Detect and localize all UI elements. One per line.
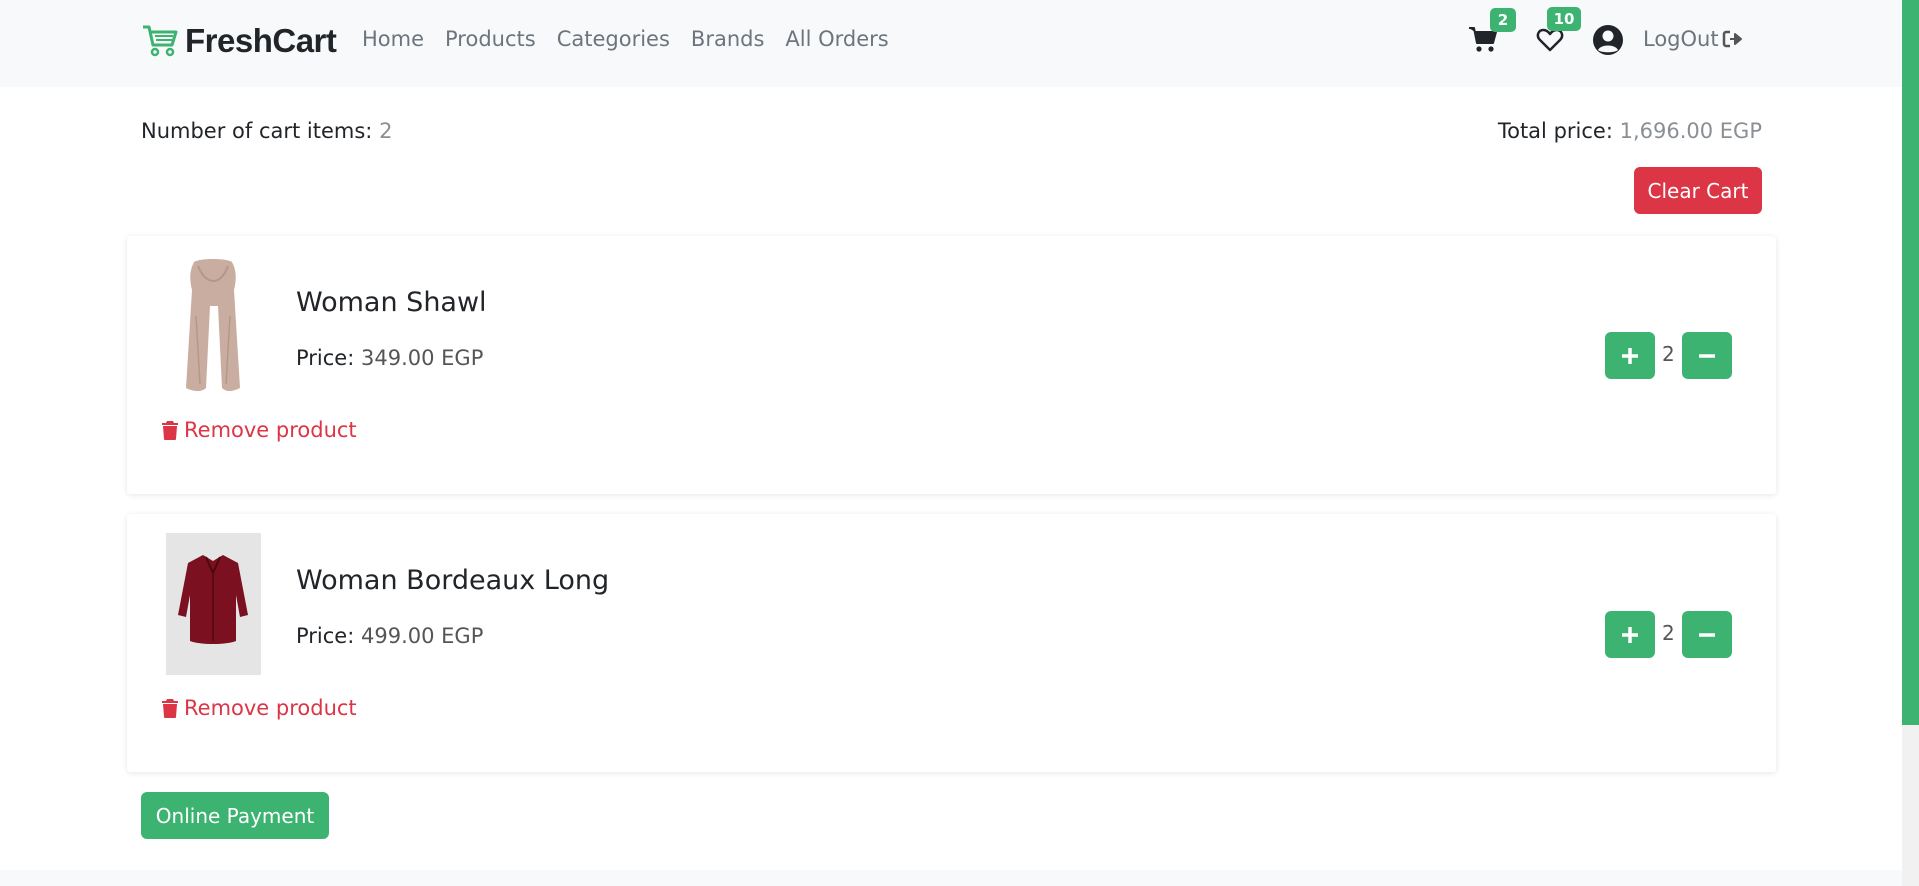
cart-item-card: Woman Bordeaux Long Price: 499.00 EGP Re… <box>127 514 1776 772</box>
product-image <box>166 256 261 398</box>
brand-logo[interactable]: FreshCart <box>141 22 337 60</box>
plus-icon <box>1622 626 1638 643</box>
nav-link-all-orders[interactable]: All Orders <box>785 27 888 51</box>
nav-link-brands[interactable]: Brands <box>691 27 765 51</box>
scrollbar[interactable] <box>1902 0 1919 886</box>
product-title: Woman Bordeaux Long <box>296 565 610 596</box>
remove-product-button[interactable]: Remove product <box>162 418 357 442</box>
product-price-value: 499.00 EGP <box>361 624 484 648</box>
profile-button[interactable] <box>1592 24 1624 56</box>
nav-link-home[interactable]: Home <box>362 27 424 51</box>
footer <box>0 870 1902 886</box>
cart-logo-icon <box>143 25 178 57</box>
cart-items-count: Number of cart items: 2 <box>141 119 392 143</box>
remove-product-label: Remove product <box>184 696 357 720</box>
product-title: Woman Shawl <box>296 287 487 318</box>
total-price: Total price: 1,696.00 EGP <box>1498 119 1762 143</box>
scrollbar-thumb[interactable] <box>1902 0 1919 725</box>
minus-icon <box>1699 353 1715 358</box>
logout-link[interactable]: LogOut <box>1643 27 1744 51</box>
product-price: Price: 349.00 EGP <box>296 346 483 370</box>
product-price-value: 349.00 EGP <box>361 346 484 370</box>
wishlist-button[interactable]: 10 <box>1536 7 1581 53</box>
increase-quantity-button[interactable] <box>1605 611 1655 658</box>
cart-item-card: Woman Shawl Price: 349.00 EGP Remove pro… <box>127 236 1776 494</box>
online-payment-button[interactable]: Online Payment <box>141 792 329 839</box>
remove-product-button[interactable]: Remove product <box>162 696 357 720</box>
nav-links: Home Products Categories Brands All Orde… <box>362 27 910 51</box>
decrease-quantity-button[interactable] <box>1682 611 1732 658</box>
minus-icon <box>1699 632 1715 637</box>
increase-quantity-button[interactable] <box>1605 332 1655 379</box>
trash-icon <box>162 421 178 440</box>
trash-icon <box>162 699 178 718</box>
cart-items-label: Number of cart items: <box>141 119 373 143</box>
product-price-label: Price: <box>296 624 355 648</box>
remove-product-label: Remove product <box>184 418 357 442</box>
decrease-quantity-button[interactable] <box>1682 332 1732 379</box>
product-price: Price: 499.00 EGP <box>296 624 483 648</box>
cart-items-value: 2 <box>379 119 393 143</box>
nav-link-categories[interactable]: Categories <box>557 27 670 51</box>
clear-cart-button[interactable]: Clear Cart <box>1634 167 1762 214</box>
total-price-label: Total price: <box>1497 119 1613 143</box>
quantity-value: 2 <box>1662 342 1675 366</box>
nav-link-products[interactable]: Products <box>445 27 536 51</box>
logout-label: LogOut <box>1643 27 1719 51</box>
product-price-label: Price: <box>296 346 355 370</box>
total-price-value: 1,696.00 EGP <box>1619 119 1762 143</box>
wishlist-count-badge: 10 <box>1547 7 1581 31</box>
product-image <box>166 533 261 675</box>
user-circle-icon <box>1593 25 1623 55</box>
plus-icon <box>1622 347 1638 364</box>
cart-button[interactable]: 2 <box>1468 8 1516 54</box>
sign-out-icon <box>1722 30 1742 48</box>
brand-name: FreshCart <box>185 22 337 59</box>
navbar: FreshCart Home Products Categories Brand… <box>0 0 1902 87</box>
cart-count-badge: 2 <box>1490 8 1516 32</box>
quantity-value: 2 <box>1662 621 1675 645</box>
